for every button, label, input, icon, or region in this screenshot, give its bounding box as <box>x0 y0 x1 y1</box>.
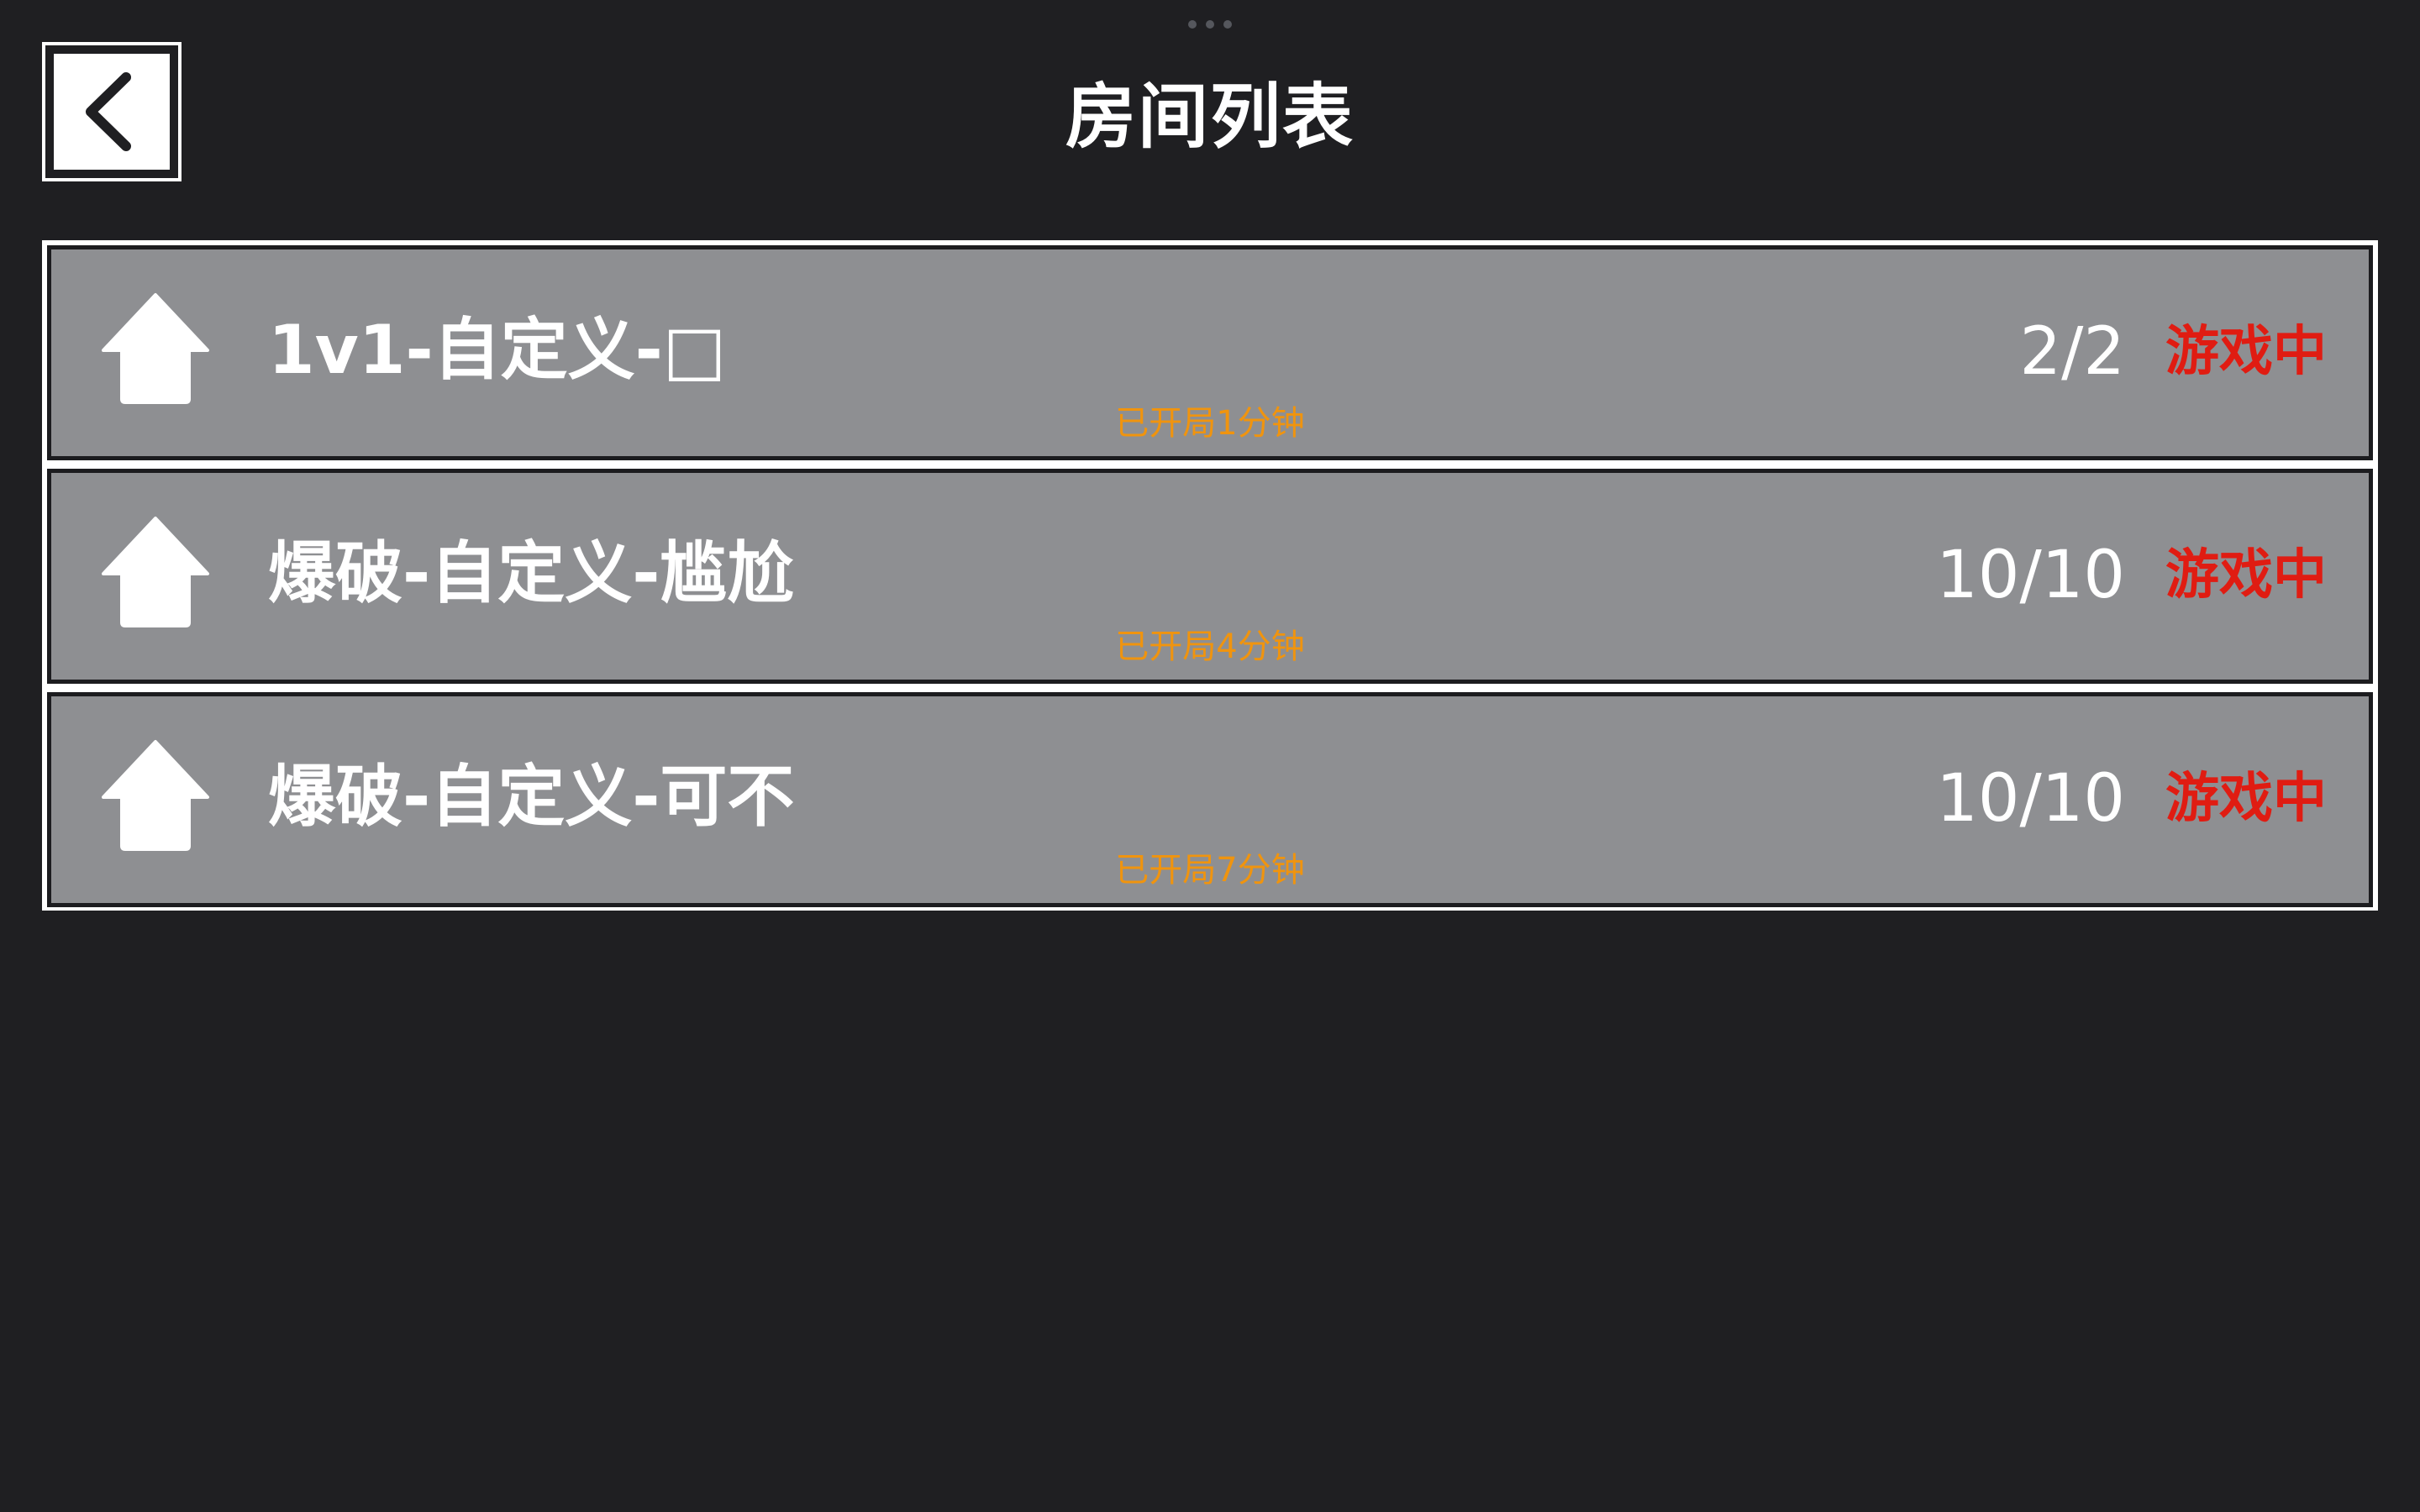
room-status: 游戏中 <box>2165 544 2327 606</box>
house-icon <box>102 293 209 404</box>
house-icon <box>102 517 209 627</box>
grabber-dot <box>1206 20 1214 29</box>
room-list-screen: 房间列表 1v1-自定义-□ 2/2 游戏中 已开局1分钟 爆破-自定义-尴尬 … <box>0 0 2420 1512</box>
room-elapsed-time: 已开局1分钟 <box>1115 404 1305 443</box>
room-row[interactable]: 爆破-自定义-可不 10/10 游戏中 已开局7分钟 <box>47 692 2373 907</box>
room-name: 1v1-自定义-□ <box>268 311 727 389</box>
house-icon <box>102 740 209 851</box>
room-row[interactable]: 爆破-自定义-尴尬 10/10 游戏中 已开局4分钟 <box>47 469 2373 684</box>
room-elapsed-time: 已开局4分钟 <box>1115 627 1305 666</box>
room-list: 1v1-自定义-□ 2/2 游戏中 已开局1分钟 爆破-自定义-尴尬 10/10… <box>42 240 2378 911</box>
room-status: 游戏中 <box>2165 321 2327 383</box>
player-count: 10/10 <box>1936 538 2125 613</box>
player-count: 10/10 <box>1936 761 2125 837</box>
room-row[interactable]: 1v1-自定义-□ 2/2 游戏中 已开局1分钟 <box>47 245 2373 460</box>
window-grabber[interactable] <box>1188 20 1232 29</box>
room-name: 爆破-自定义-尴尬 <box>268 534 795 612</box>
grabber-dot <box>1188 20 1197 29</box>
player-count: 2/2 <box>2019 314 2125 390</box>
room-elapsed-time: 已开局7分钟 <box>1115 851 1305 890</box>
grabber-dot <box>1223 20 1232 29</box>
room-name: 爆破-自定义-可不 <box>268 758 795 836</box>
page-title: 房间列表 <box>1065 76 1355 158</box>
room-status: 游戏中 <box>2165 768 2327 830</box>
